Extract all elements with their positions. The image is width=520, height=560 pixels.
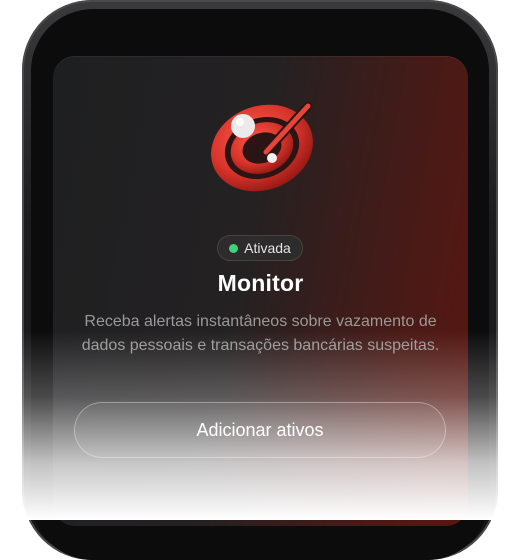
monitor-radar-icon xyxy=(196,92,324,202)
status-badge: Ativada xyxy=(217,235,303,261)
feature-title: Monitor xyxy=(217,270,304,296)
feature-description: Receba alertas instantâneos sobre vazame… xyxy=(81,313,440,354)
status-dot-icon xyxy=(229,243,239,253)
status-badge-label: Ativada xyxy=(244,240,291,256)
add-assets-button[interactable]: Adicionar ativos xyxy=(74,402,446,458)
